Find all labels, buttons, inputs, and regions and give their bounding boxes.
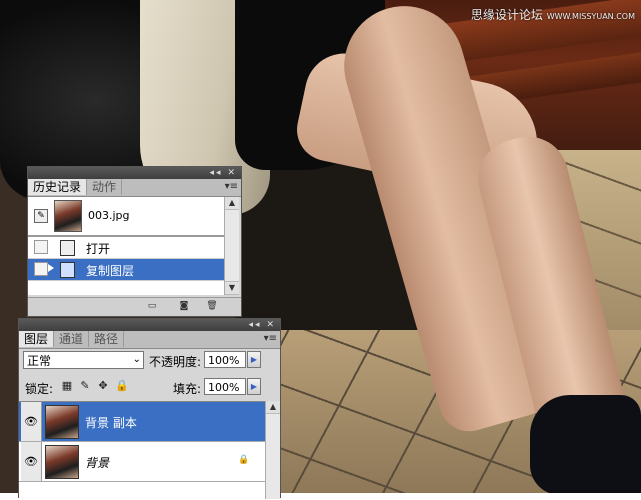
panel-menu-icon[interactable]: ▾≡: [225, 181, 238, 192]
history-scrollbar[interactable]: ▲ ▼: [224, 197, 239, 295]
tab-actions[interactable]: 动作: [87, 179, 123, 195]
layers-panel-tabs: 图层 通道 路径 ▾≡: [19, 331, 280, 349]
history-panel-titlebar[interactable]: ◂◂ ✕: [28, 167, 241, 179]
chevron-down-icon[interactable]: ⌄: [133, 354, 141, 366]
history-state-open[interactable]: 打开: [28, 237, 226, 259]
watermark-text: 思缘设计论坛: [470, 8, 543, 22]
blend-row: 正常 ⌄ 不透明度: 100% ▶: [23, 351, 276, 373]
layer-list: 👁 背景 副本 👁 背景 🔒: [19, 401, 266, 500]
watermark-site: WWW.MISSYUAN.COM: [546, 12, 635, 21]
collapse-icon[interactable]: ◂◂: [210, 168, 223, 178]
layer-thumbnail: [45, 445, 79, 479]
blend-mode-value: 正常: [27, 354, 52, 368]
lock-row: 锁定: ▦ ✎ ✥ 🔒 填充: 100% ▶: [23, 378, 276, 400]
history-brush-source-box[interactable]: [34, 240, 48, 254]
history-state-label: 复制图层: [86, 264, 135, 278]
history-panel-tabs: 历史记录 动作 ▾≡: [28, 179, 241, 197]
tab-history[interactable]: 历史记录: [28, 179, 88, 195]
fill-label: 填充:: [173, 382, 202, 396]
layers-scrollbar[interactable]: ▲: [265, 401, 280, 499]
history-state-icon: [60, 262, 75, 278]
high-heel-shoe: [530, 395, 641, 493]
layer-row-background-copy[interactable]: 👁 背景 副本: [19, 402, 266, 442]
layer-name: 背景: [85, 456, 110, 470]
history-brush-source-box[interactable]: [34, 262, 48, 276]
visibility-eye-icon[interactable]: 👁: [21, 442, 42, 481]
collapse-icon[interactable]: ◂◂: [249, 320, 262, 330]
scroll-up-icon[interactable]: ▲: [225, 197, 239, 210]
lock-all-icon[interactable]: 🔒: [115, 380, 129, 392]
layer-name: 背景 副本: [85, 416, 137, 430]
snapshot-row[interactable]: ✎ 003.jpg: [28, 197, 226, 237]
history-state-icon: [60, 240, 75, 256]
opacity-field[interactable]: 100%: [204, 351, 246, 368]
layers-panel-titlebar[interactable]: ◂◂ ✕: [19, 319, 280, 331]
history-state-duplicate-layer[interactable]: 复制图层: [28, 259, 226, 281]
close-icon[interactable]: ✕: [266, 320, 276, 330]
panel-menu-icon[interactable]: ▾≡: [264, 333, 277, 344]
trash-icon[interactable]: 🗑: [206, 301, 218, 312]
layer-thumbnail: [45, 405, 79, 439]
current-state-arrow-icon: [48, 264, 54, 272]
new-document-from-state-icon[interactable]: ▭: [146, 301, 158, 312]
close-icon[interactable]: ✕: [227, 168, 237, 178]
blend-mode-select[interactable]: 正常 ⌄: [23, 351, 144, 369]
tab-paths[interactable]: 路径: [89, 331, 125, 347]
watermark: 思缘设计论坛 WWW.MISSYUAN.COM: [471, 6, 635, 23]
history-panel: ◂◂ ✕ 历史记录 动作 ▾≡ ✎ 003.jpg 打开 复制图层 ▲ ▼ ▭ ◙…: [27, 166, 242, 317]
opacity-slider-button[interactable]: ▶: [247, 351, 261, 368]
fill-field[interactable]: 100%: [204, 378, 246, 395]
tab-channels[interactable]: 通道: [54, 331, 90, 347]
new-snapshot-icon[interactable]: ◙: [178, 301, 190, 312]
tab-layers[interactable]: 图层: [19, 331, 55, 347]
layer-lock-icon: 🔒: [238, 455, 250, 465]
history-footer: ▭ ◙ 🗑: [28, 297, 241, 316]
lock-label: 锁定:: [25, 382, 54, 396]
opacity-label: 不透明度:: [149, 355, 202, 369]
snapshot-name: 003.jpg: [88, 209, 130, 222]
history-list: ✎ 003.jpg 打开 复制图层: [28, 197, 227, 295]
lock-move-icon[interactable]: ✥: [97, 380, 109, 392]
fill-slider-button[interactable]: ▶: [247, 378, 261, 395]
scroll-up-icon[interactable]: ▲: [266, 401, 280, 414]
lock-paint-icon[interactable]: ✎: [79, 380, 91, 392]
history-state-label: 打开: [86, 242, 111, 256]
visibility-eye-icon[interactable]: 👁: [21, 402, 42, 441]
lock-transparent-icon[interactable]: ▦: [61, 380, 73, 392]
layers-panel: ◂◂ ✕ 图层 通道 路径 ▾≡ 正常 ⌄ 不透明度: 100% ▶ 锁定: ▦ ✎…: [18, 318, 281, 500]
scroll-down-icon[interactable]: ▼: [225, 281, 239, 295]
snapshot-thumbnail: [54, 200, 82, 232]
history-brush-icon[interactable]: ✎: [34, 209, 48, 223]
layer-row-background[interactable]: 👁 背景 🔒: [19, 442, 266, 482]
